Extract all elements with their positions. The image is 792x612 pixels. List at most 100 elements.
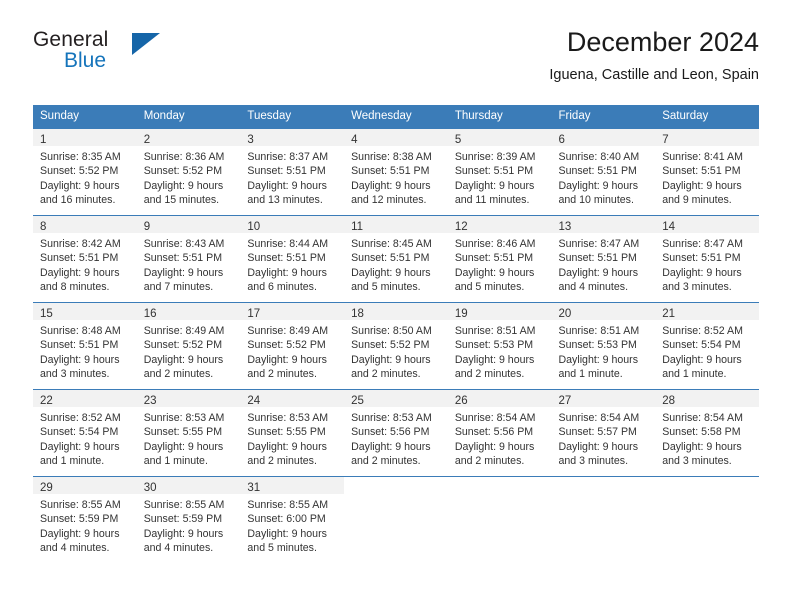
sunrise-text: Sunrise: 8:52 AM: [662, 325, 743, 337]
sunset-text: Sunset: 5:51 PM: [662, 165, 741, 178]
sunrise-text: Sunrise: 8:54 AM: [454, 412, 536, 424]
day-number: 4: [351, 134, 358, 146]
day-cell[interactable]: 22 Sunrise: 8:52 AM Sunset: 5:54 PM Dayligh…: [33, 389, 137, 477]
day-cell[interactable]: 30 Sunrise: 8:55 AM Sunset: 5:59 PM Dayligh…: [136, 476, 241, 563]
daylight-text-line1: Daylight: 9 hours: [247, 353, 327, 366]
daylight-text-line1: Daylight: 9 hours: [454, 266, 535, 279]
sunset-text: Sunset: 5:52 PM: [351, 339, 430, 352]
sunrise-text: Sunrise: 8:54 AM: [662, 412, 743, 424]
day-cell[interactable]: 19 Sunrise: 8:51 AM Sunset: 5:53 PM Dayligh…: [447, 302, 552, 390]
day-number: 29: [40, 482, 53, 494]
sunrise-text: Sunrise: 8:49 AM: [247, 325, 329, 337]
day-cell[interactable]: 15 Sunrise: 8:48 AM Sunset: 5:51 PM Dayligh…: [33, 302, 137, 390]
sunrise-text: Sunrise: 8:53 AM: [351, 412, 432, 424]
sunset-text: Sunset: 5:51 PM: [40, 252, 119, 265]
sunset-text: Sunset: 5:59 PM: [40, 513, 119, 526]
title-block: December 2024 Iguena, Castille and Leon,…: [549, 26, 759, 85]
day-number: 15: [40, 308, 53, 320]
day-number: 8: [40, 221, 47, 233]
day-cell[interactable]: 2 Sunrise: 8:36 AM Sunset: 5:52 PM Daylight…: [136, 128, 241, 216]
day-cell[interactable]: 1 Sunrise: 8:35 AM Sunset: 5:52 PM Daylight…: [33, 128, 137, 216]
daylight-text-line2: and 4 minutes.: [558, 280, 629, 293]
sunrise-text: Sunrise: 8:47 AM: [662, 238, 743, 250]
day-cell[interactable]: 13 Sunrise: 8:47 AM Sunset: 5:51 PM Dayligh…: [551, 215, 656, 303]
day-cell[interactable]: 7 Sunrise: 8:41 AM Sunset: 5:51 PM Daylight…: [655, 128, 759, 216]
sunset-text: Sunset: 5:57 PM: [558, 426, 637, 439]
daylight-text-line2: and 2 minutes.: [454, 454, 525, 467]
daylight-text-line1: Daylight: 9 hours: [662, 266, 742, 279]
day-cell[interactable]: 12 Sunrise: 8:46 AM Sunset: 5:51 PM Dayligh…: [447, 215, 552, 303]
sunrise-text: Sunrise: 8:41 AM: [662, 151, 743, 163]
daylight-text-line2: and 5 minutes.: [454, 280, 525, 293]
daylight-text-line2: and 2 minutes.: [247, 367, 317, 380]
daylight-text-line2: and 2 minutes.: [143, 367, 214, 380]
sunset-text: Sunset: 5:51 PM: [247, 252, 326, 265]
daylight-text-line2: and 2 minutes.: [351, 454, 421, 467]
daylight-text-line1: Daylight: 9 hours: [351, 266, 431, 279]
day-cell[interactable]: 14 Sunrise: 8:47 AM Sunset: 5:51 PM Dayligh…: [655, 215, 759, 303]
day-number: 13: [558, 221, 572, 233]
generalblue-logo[interactable]: General Blue: [33, 28, 233, 84]
daylight-text-line2: and 1 minute.: [143, 454, 208, 467]
daylight-text-line2: and 5 minutes.: [351, 280, 421, 293]
weekday-header-tuesday: Tuesday: [240, 105, 345, 129]
day-cell[interactable]: 17 Sunrise: 8:49 AM Sunset: 5:52 PM Dayligh…: [240, 302, 345, 390]
sunrise-text: Sunrise: 8:54 AM: [558, 412, 640, 424]
daylight-text-line1: Daylight: 9 hours: [351, 353, 431, 366]
sunset-text: Sunset: 5:56 PM: [454, 426, 534, 439]
daylight-text-line1: Daylight: 9 hours: [247, 440, 327, 453]
day-cell[interactable]: 26 Sunrise: 8:54 AM Sunset: 5:56 PM Dayligh…: [447, 389, 552, 477]
sunrise-text: Sunrise: 8:50 AM: [351, 325, 432, 337]
sunrise-text: Sunrise: 8:55 AM: [143, 499, 225, 511]
sunrise-text: Sunrise: 8:53 AM: [143, 412, 225, 424]
day-number: 27: [558, 395, 572, 407]
daylight-text-line2: and 3 minutes.: [662, 280, 732, 293]
day-cell[interactable]: 28 Sunrise: 8:54 AM Sunset: 5:58 PM Dayligh…: [655, 389, 759, 477]
day-cell[interactable]: 27 Sunrise: 8:54 AM Sunset: 5:57 PM Dayligh…: [551, 389, 656, 477]
day-cell[interactable]: 21 Sunrise: 8:52 AM Sunset: 5:54 PM Dayligh…: [655, 302, 759, 390]
sunrise-text: Sunrise: 8:35 AM: [40, 151, 121, 163]
sunset-text: Sunset: 5:51 PM: [143, 252, 223, 265]
day-cell[interactable]: 16 Sunrise: 8:49 AM Sunset: 5:52 PM Dayligh…: [136, 302, 241, 390]
day-cell[interactable]: 24 Sunrise: 8:53 AM Sunset: 5:55 PM Dayligh…: [240, 389, 345, 477]
day-cell[interactable]: 29 Sunrise: 8:55 AM Sunset: 5:59 PM Dayligh…: [33, 476, 137, 563]
daylight-text-line2: and 4 minutes.: [143, 541, 214, 554]
daylight-text-line2: and 16 minutes.: [40, 193, 116, 206]
daylight-text-line2: and 3 minutes.: [40, 367, 110, 380]
day-cell[interactable]: 8 Sunrise: 8:42 AM Sunset: 5:51 PM Daylight…: [33, 215, 137, 303]
day-cell[interactable]: 3 Sunrise: 8:37 AM Sunset: 5:51 PM Daylight…: [240, 128, 345, 216]
sunrise-text: Sunrise: 8:43 AM: [143, 238, 225, 250]
day-number: 6: [558, 134, 565, 146]
sunset-text: Sunset: 5:51 PM: [662, 252, 741, 265]
day-cell[interactable]: 10 Sunrise: 8:44 AM Sunset: 5:51 PM Dayligh…: [240, 215, 345, 303]
sunset-text: Sunset: 5:51 PM: [247, 165, 326, 178]
day-cell[interactable]: 31 Sunrise: 8:55 AM Sunset: 6:00 PM Dayligh…: [240, 476, 345, 563]
day-cell[interactable]: 25 Sunrise: 8:53 AM Sunset: 5:56 PM Dayligh…: [344, 389, 448, 477]
daylight-text-line1: Daylight: 9 hours: [454, 440, 535, 453]
sunset-text: Sunset: 5:54 PM: [662, 339, 741, 352]
day-number: 28: [662, 395, 676, 407]
day-cell[interactable]: 11 Sunrise: 8:45 AM Sunset: 5:51 PM Dayligh…: [344, 215, 448, 303]
day-cell[interactable]: 23 Sunrise: 8:53 AM Sunset: 5:55 PM Dayligh…: [136, 389, 241, 477]
day-cell[interactable]: 4 Sunrise: 8:38 AM Sunset: 5:51 PM Daylight…: [344, 128, 448, 216]
day-cell[interactable]: 5 Sunrise: 8:39 AM Sunset: 5:51 PM Daylight…: [447, 128, 552, 216]
day-cell[interactable]: 18 Sunrise: 8:50 AM Sunset: 5:52 PM Dayligh…: [344, 302, 448, 390]
weekday-header-wednesday: Wednesday: [344, 105, 448, 129]
weekday-header-saturday: Saturday: [655, 105, 759, 129]
day-number: 16: [143, 308, 157, 320]
page-title: December 2024: [566, 27, 759, 57]
day-cell-empty: [447, 476, 552, 563]
day-number: 11: [351, 221, 364, 233]
daylight-text-line1: Daylight: 9 hours: [351, 179, 431, 192]
day-cell[interactable]: 6 Sunrise: 8:40 AM Sunset: 5:51 PM Daylight…: [551, 128, 656, 216]
sunrise-text: Sunrise: 8:42 AM: [40, 238, 121, 250]
day-number: 7: [662, 134, 669, 146]
day-number: 9: [143, 221, 151, 233]
day-number: 14: [662, 221, 676, 233]
sunset-text: Sunset: 5:51 PM: [558, 165, 637, 178]
day-cell[interactable]: 9 Sunrise: 8:43 AM Sunset: 5:51 PM Daylight…: [136, 215, 241, 303]
sunset-text: Sunset: 5:51 PM: [351, 165, 430, 178]
sunrise-text: Sunrise: 8:51 AM: [454, 325, 536, 337]
sunset-text: Sunset: 5:55 PM: [247, 426, 326, 439]
day-cell[interactable]: 20 Sunrise: 8:51 AM Sunset: 5:53 PM Dayligh…: [551, 302, 656, 390]
